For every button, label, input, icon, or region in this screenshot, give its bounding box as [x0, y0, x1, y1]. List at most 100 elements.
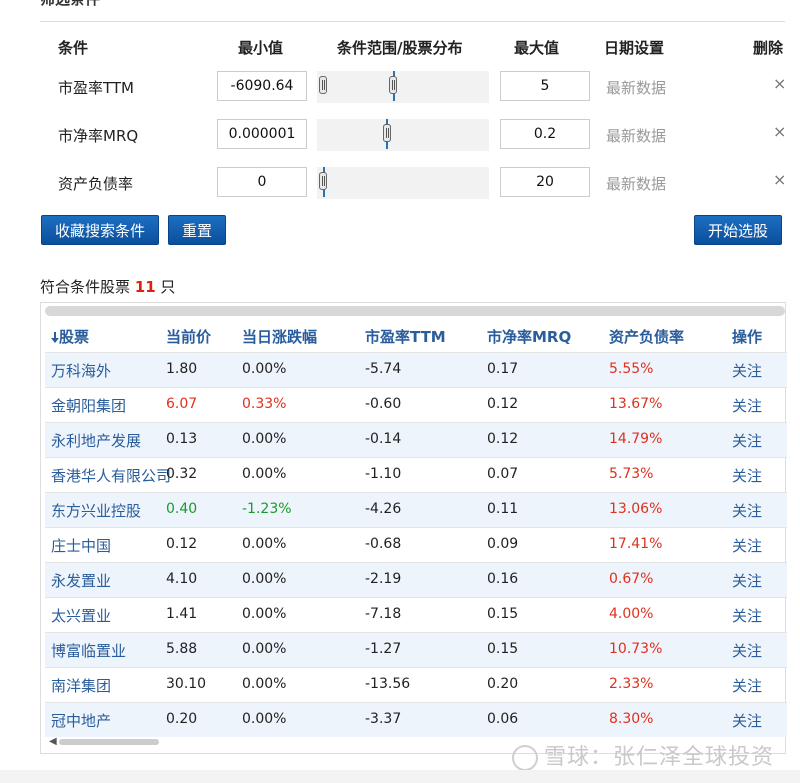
range-max-handle[interactable]	[383, 124, 391, 142]
min-value-input[interactable]: 0.000001	[217, 119, 307, 149]
price-cell: 1.80	[166, 361, 198, 377]
stock-name-link[interactable]: 永发置业	[51, 570, 111, 591]
price-cell: 4.10	[166, 571, 198, 587]
table-row: 南洋集团 30.10 0.00% -13.56 0.20 2.33% 关注	[45, 667, 787, 702]
follow-link[interactable]: 关注	[732, 605, 762, 626]
change-cell: 0.00%	[242, 641, 287, 657]
stock-name-link[interactable]: 南洋集团	[51, 675, 111, 696]
column-header-pb[interactable]: 市净率MRQ	[487, 326, 571, 347]
range-slider[interactable]	[317, 71, 489, 103]
save-criteria-button[interactable]: 收藏搜索条件	[41, 215, 160, 245]
max-value-input[interactable]: 0.2	[500, 119, 590, 149]
min-value-input[interactable]: -6090.64	[217, 71, 307, 101]
date-setting[interactable]: 最新数据	[606, 125, 666, 146]
range-slider[interactable]	[317, 119, 489, 151]
header-date: 日期设置	[604, 39, 665, 57]
range-slider[interactable]	[317, 167, 489, 199]
pb-cell: 0.07	[487, 466, 519, 482]
delete-icon[interactable]: ×	[773, 122, 786, 141]
table-row: 永利地产发展 0.13 0.00% -0.14 0.12 14.79% 关注	[45, 422, 787, 457]
pb-cell: 0.11	[487, 501, 519, 517]
change-cell: 0.00%	[242, 361, 287, 377]
follow-link[interactable]: 关注	[732, 360, 762, 381]
stock-name-link[interactable]: 永利地产发展	[51, 430, 141, 451]
follow-link[interactable]: 关注	[732, 640, 762, 661]
stock-name-link[interactable]: 庄士中国	[51, 535, 111, 556]
watermark-text: 雪球：张仁泽全球投资	[544, 745, 775, 770]
column-header-stock[interactable]: 股票	[51, 326, 89, 347]
follow-link[interactable]: 关注	[732, 430, 762, 451]
criterion-row-pe: 市盈率TTM -6090.64 5 最新数据 ×	[0, 68, 800, 106]
change-cell: 0.00%	[242, 676, 287, 692]
stock-name-link[interactable]: 万科海外	[51, 360, 111, 381]
stock-name-link[interactable]: 冠中地产	[51, 710, 111, 731]
follow-link[interactable]: 关注	[732, 500, 762, 521]
debt-cell: 14.79%	[609, 431, 663, 447]
price-cell: 1.41	[166, 606, 198, 622]
max-value-input[interactable]: 20	[500, 167, 590, 197]
debt-cell: 5.73%	[609, 466, 654, 482]
pb-cell: 0.12	[487, 431, 519, 447]
range-min-handle[interactable]	[319, 76, 327, 94]
price-cell: 0.12	[166, 536, 198, 552]
follow-link[interactable]: 关注	[732, 710, 762, 731]
delete-icon[interactable]: ×	[773, 170, 786, 189]
pe-cell: -1.27	[365, 641, 402, 657]
follow-link[interactable]: 关注	[732, 675, 762, 696]
pe-cell: -0.68	[365, 536, 402, 552]
pb-cell: 0.12	[487, 396, 519, 412]
debt-cell: 5.55%	[609, 361, 654, 377]
horizontal-scrollbar[interactable]	[45, 306, 785, 316]
change-cell: 0.00%	[242, 536, 287, 552]
change-cell: 0.00%	[242, 431, 287, 447]
start-screening-button[interactable]: 开始选股	[694, 215, 783, 245]
min-value-input[interactable]: 0	[217, 167, 307, 197]
price-cell: 6.07	[166, 396, 198, 412]
watermark: 雪球：张仁泽全球投资	[512, 739, 774, 771]
range-min-handle[interactable]	[319, 172, 327, 190]
date-setting[interactable]: 最新数据	[606, 173, 666, 194]
debt-cell: 13.67%	[609, 396, 663, 412]
change-cell: 0.00%	[242, 466, 287, 482]
reset-button[interactable]: 重置	[168, 215, 227, 245]
column-header-debt[interactable]: 资产负债率	[609, 326, 684, 347]
pe-cell: -0.14	[365, 431, 402, 447]
pb-cell: 0.09	[487, 536, 519, 552]
debt-cell: 17.41%	[609, 536, 663, 552]
criterion-name: 资产负债率	[58, 175, 134, 193]
follow-link[interactable]: 关注	[732, 395, 762, 416]
debt-cell: 10.73%	[609, 641, 663, 657]
change-cell: 0.00%	[242, 571, 287, 587]
scroll-left-icon[interactable]: ◀	[49, 736, 57, 747]
pb-cell: 0.15	[487, 641, 519, 657]
stock-name-link[interactable]: 金朝阳集团	[51, 395, 126, 416]
table-row: 香港华人有限公司 0.32 0.00% -1.10 0.07 5.73% 关注	[45, 457, 787, 492]
debt-cell: 4.00%	[609, 606, 654, 622]
table-row: 金朝阳集团 6.07 0.33% -0.60 0.12 13.67% 关注	[45, 387, 787, 422]
column-header-pe[interactable]: 市盈率TTM	[365, 326, 446, 347]
pe-cell: -3.37	[365, 711, 402, 727]
follow-link[interactable]: 关注	[732, 570, 762, 591]
column-header-price[interactable]: 当前价	[166, 326, 211, 347]
date-setting[interactable]: 最新数据	[606, 77, 666, 98]
stock-name-link[interactable]: 博富临置业	[51, 640, 126, 661]
column-header-change[interactable]: 当日涨跌幅	[242, 326, 317, 347]
follow-link[interactable]: 关注	[732, 535, 762, 556]
table-header: 股票 当前价 当日涨跌幅 市盈率TTM 市净率MRQ 资产负债率 操作	[45, 321, 787, 352]
stock-name-link[interactable]: 太兴置业	[51, 605, 111, 626]
price-cell: 0.20	[166, 711, 198, 727]
change-cell: 0.00%	[242, 711, 287, 727]
max-value-input[interactable]: 5	[500, 71, 590, 101]
criterion-row-pb: 市净率MRQ 0.000001 0.2 最新数据 ×	[0, 116, 800, 154]
pe-cell: -5.74	[365, 361, 402, 377]
debt-cell: 13.06%	[609, 501, 663, 517]
stock-name-link[interactable]: 东方兴业控股	[51, 500, 141, 521]
pb-cell: 0.15	[487, 606, 519, 622]
stock-name-link[interactable]: 香港华人有限公司	[51, 465, 171, 486]
result-prefix: 符合条件股票	[40, 278, 135, 296]
scroll-thumb[interactable]	[59, 739, 159, 745]
follow-link[interactable]: 关注	[732, 465, 762, 486]
range-max-handle[interactable]	[389, 76, 397, 94]
delete-icon[interactable]: ×	[773, 74, 786, 93]
pe-cell: -2.19	[365, 571, 402, 587]
